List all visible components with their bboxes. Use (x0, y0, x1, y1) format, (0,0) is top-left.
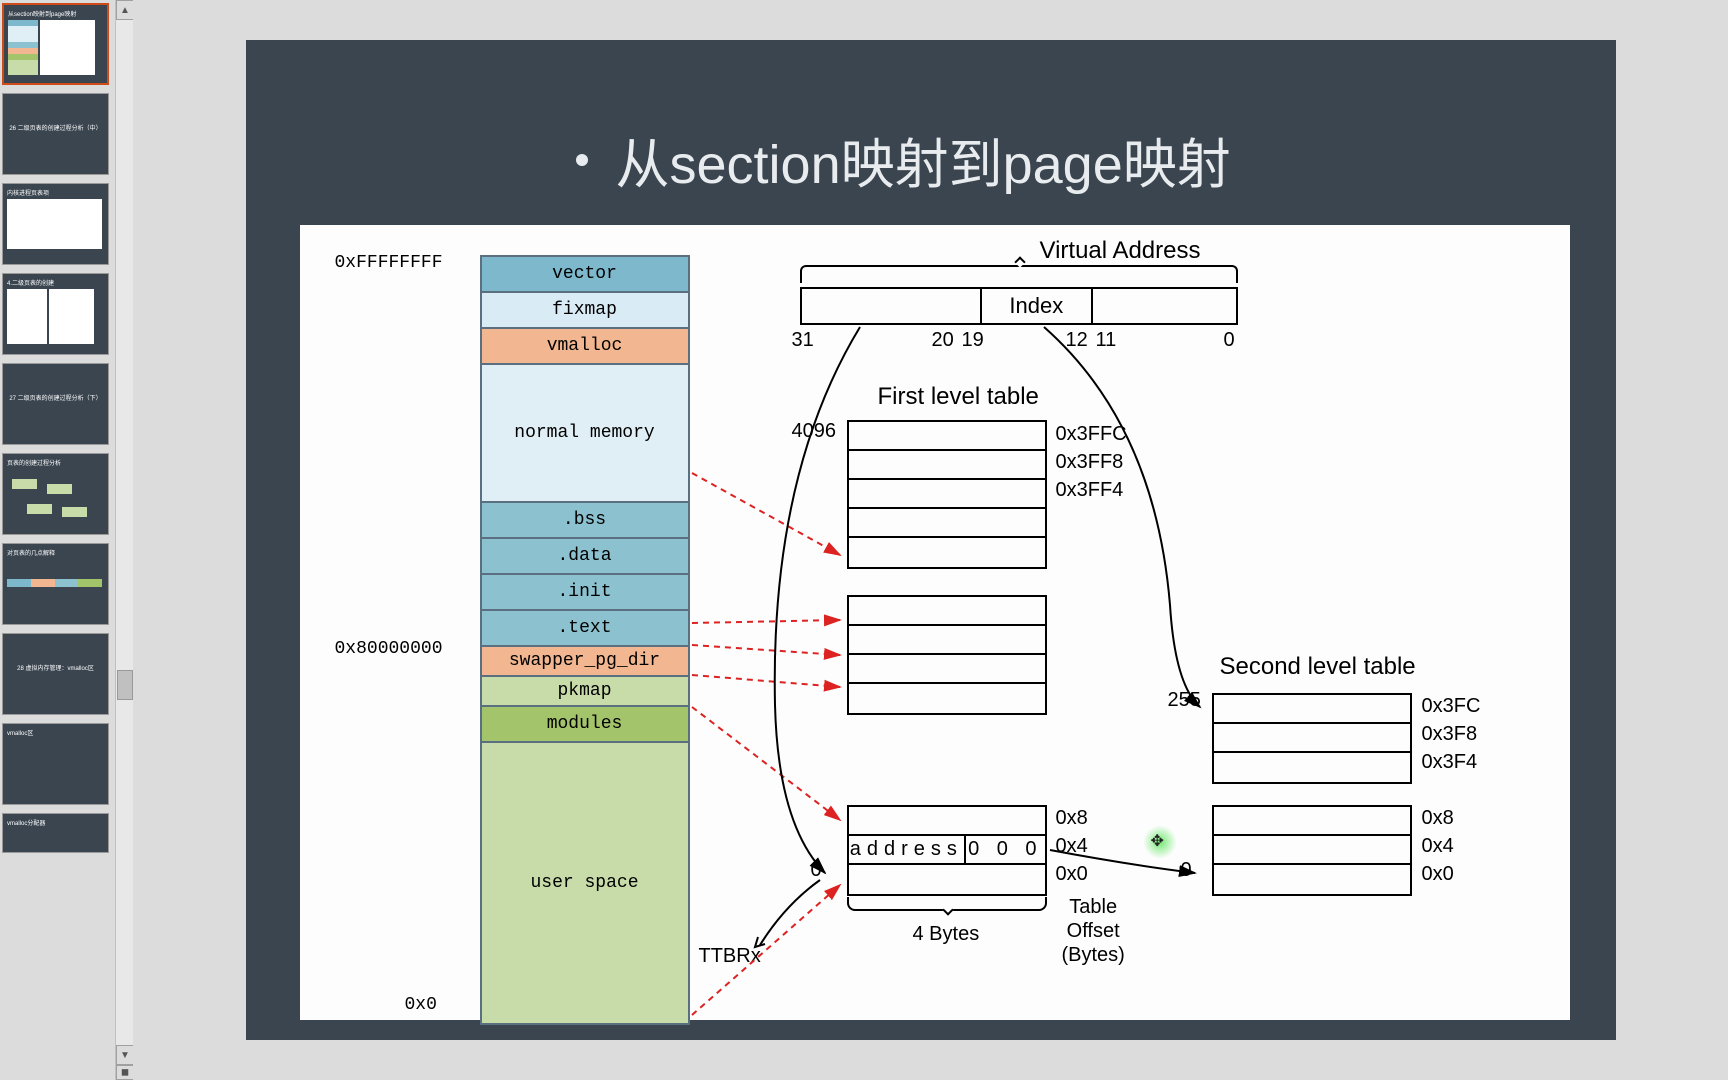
addr-top: 0xFFFFFFFF (335, 253, 443, 273)
seg-vector: vector (482, 257, 688, 293)
diagram-canvas: 0xFFFFFFFF 0x80000000 0x0 vector fixmap … (300, 225, 1570, 1020)
slide-thumb-8[interactable]: 28 虚拟内存管理：vmalloc区 (2, 633, 109, 715)
flt-off-4: 0x4 (1056, 835, 1088, 858)
flt-count: 4096 (792, 420, 837, 443)
bit-19: 19 (962, 329, 984, 352)
va-field-index: Index (982, 289, 1093, 323)
seg-normal: normal memory (482, 365, 688, 503)
flt-addr-label: address (849, 836, 967, 863)
slt-off-4: 0x4 (1422, 835, 1454, 858)
seg-vmalloc: vmalloc (482, 329, 688, 365)
scroll-thumb[interactable] (117, 670, 133, 700)
flt-off-3ff8: 0x3FF8 (1056, 451, 1124, 474)
flt-off-0: 0x0 (1056, 863, 1088, 886)
scroll-down-icon[interactable]: ▼ (116, 1045, 133, 1065)
bullet-icon (576, 154, 588, 166)
thumb-title: 从section映射到page映射 (8, 9, 103, 18)
slt-title: Second level table (1220, 653, 1416, 681)
slt-zero-idx: 0 (1181, 859, 1192, 882)
flt-title: First level table (878, 383, 1039, 411)
slt-off-8: 0x8 (1422, 807, 1454, 830)
flt-off-3ffc: 0x3FFC (1056, 423, 1127, 446)
slide-thumb-6[interactable]: 页表的创建过程分析 (2, 453, 109, 535)
seg-swapper: swapper_pg_dir (482, 647, 688, 677)
va-field-hi (802, 289, 982, 323)
bit-0: 0 (1224, 329, 1235, 352)
move-cursor-icon: ✥ (1151, 831, 1164, 851)
thumb-title: 内核进程页表项 (7, 188, 104, 197)
flt-zeros: 0 0 0 (966, 836, 1044, 863)
va-field-lo (1093, 289, 1236, 323)
addr-mid: 0x80000000 (335, 639, 443, 659)
ttbrx-label: TTBRx (699, 945, 761, 968)
seg-text: .text (482, 611, 688, 647)
seg-pkmap: pkmap (482, 677, 688, 707)
slide-title: 从section映射到page映射 (616, 120, 1231, 199)
slide-thumb-1[interactable]: 从section映射到page映射 (2, 3, 109, 85)
slt-off-0: 0x0 (1422, 863, 1454, 886)
slt-bot-block (1212, 805, 1412, 896)
seg-modules: modules (482, 707, 688, 743)
seg-init: .init (482, 575, 688, 611)
slide-thumb-9[interactable]: vmalloc区 (2, 723, 109, 805)
scroll-end-icon[interactable]: ◼ (116, 1065, 133, 1080)
thumb-title: 4.二级页表的创建 (7, 278, 104, 287)
flt-zero-idx: 0 (811, 859, 822, 882)
slt-off-3f8: 0x3F8 (1422, 723, 1478, 746)
main-view: 从section映射到page映射 0xFFFFFFFF 0x80000000 … (133, 0, 1728, 1080)
slide-thumb-7[interactable]: 对页表的几点解释 (2, 543, 109, 625)
thumb-title: 对页表的几点解释 (7, 548, 104, 557)
va-brace (800, 265, 1238, 283)
slide-thumb-2[interactable]: 26 二级页表的创建过程分析（中） (2, 93, 109, 175)
thumbs-scrollbar[interactable]: ▲ ▼ ◼ (115, 0, 133, 1080)
flt-off-3ff4: 0x3FF4 (1056, 479, 1124, 502)
flt-top-block (847, 420, 1047, 569)
bit-31: 31 (792, 329, 814, 352)
va-fields: Index (800, 287, 1238, 325)
slt-off-3f4: 0x3F4 (1422, 751, 1478, 774)
flt-width: 4 Bytes (913, 923, 980, 946)
slide-title-row: 从section映射到page映射 (576, 120, 1231, 199)
seg-fixmap: fixmap (482, 293, 688, 329)
bit-20: 20 (932, 329, 954, 352)
thumb-title: 27 二级页表的创建过程分析（下） (7, 393, 104, 402)
bit-11: 11 (1096, 329, 1117, 352)
flt-off-8: 0x8 (1056, 807, 1088, 830)
bit-12: 12 (1066, 329, 1088, 352)
slide-thumb-3[interactable]: 内核进程页表项 (2, 183, 109, 265)
scroll-up-icon[interactable]: ▲ (116, 0, 133, 20)
flt-bot-block: address0 0 0 (847, 805, 1047, 896)
va-title: Virtual Address (1040, 237, 1201, 265)
app-window: 从section映射到page映射 26 二级页表的创建过程分析（中） 内核进程… (0, 0, 1728, 1080)
seg-data: .data (482, 539, 688, 575)
seg-user: user space (482, 743, 688, 1023)
thumb-title: 26 二级页表的创建过程分析（中） (7, 123, 104, 132)
thumb-title: vmalloc分配器 (7, 818, 104, 827)
thumb-title: vmalloc区 (7, 728, 104, 737)
addr-bot: 0x0 (405, 995, 437, 1015)
thumbnails-panel: 从section映射到page映射 26 二级页表的创建过程分析（中） 内核进程… (0, 0, 133, 1080)
flt-table-offset: Table Offset (Bytes) (1062, 895, 1125, 967)
seg-bss: .bss (482, 503, 688, 539)
slt-top-block (1212, 693, 1412, 784)
memory-stack: vector fixmap vmalloc normal memory .bss… (480, 255, 690, 1025)
slt-off-3fc: 0x3FC (1422, 695, 1481, 718)
thumb-title: 28 虚拟内存管理：vmalloc区 (7, 663, 104, 672)
slide-thumb-10[interactable]: vmalloc分配器 (2, 813, 109, 853)
thumb-title: 页表的创建过程分析 (7, 458, 104, 467)
slt-count: 255 (1168, 689, 1201, 712)
slide-thumb-5[interactable]: 27 二级页表的创建过程分析（下） (2, 363, 109, 445)
slide: 从section映射到page映射 0xFFFFFFFF 0x80000000 … (246, 40, 1616, 1040)
slide-thumb-4[interactable]: 4.二级页表的创建 (2, 273, 109, 355)
flt-mid-block (847, 595, 1047, 715)
